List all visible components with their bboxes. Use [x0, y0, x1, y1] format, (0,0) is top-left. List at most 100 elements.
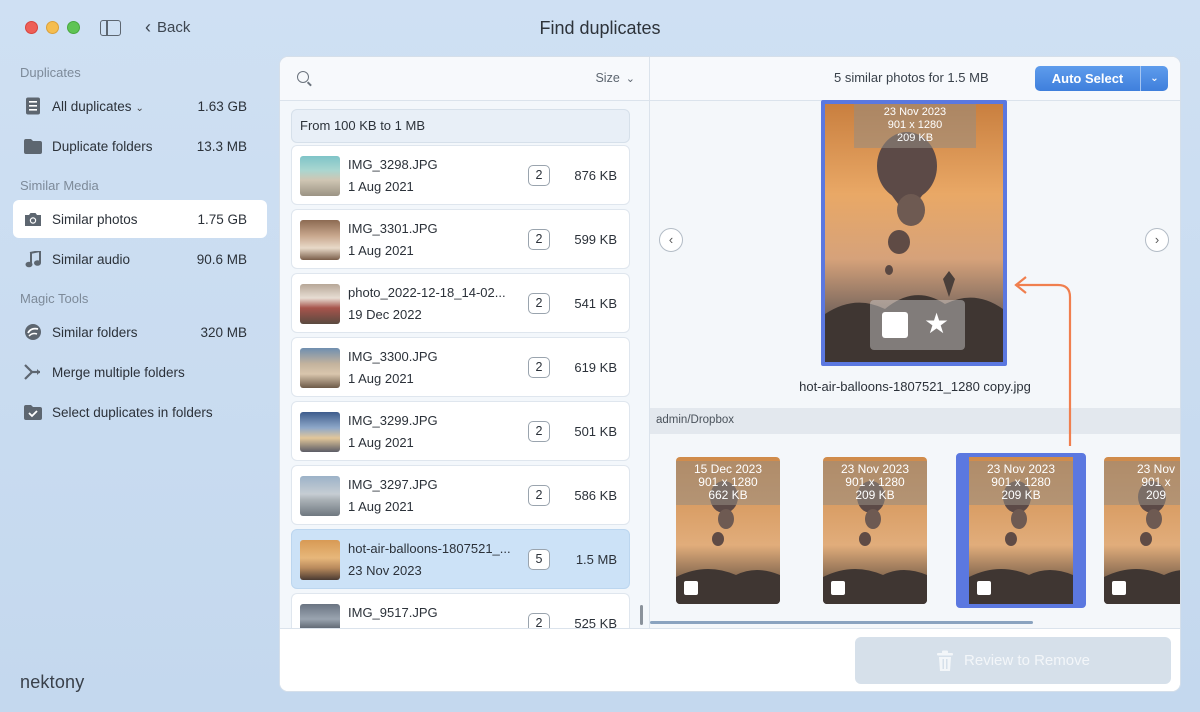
file-name: IMG_3300.JPG [348, 349, 438, 364]
photo-thumbnail [300, 220, 340, 260]
next-photo-button[interactable]: › [1145, 228, 1169, 252]
chevron-down-icon: ⌄ [625, 72, 635, 85]
file-date: 1 Aug 2021 [348, 371, 414, 386]
duplicate-count-badge: 2 [528, 357, 550, 378]
file-size: 1.5 MB [575, 552, 617, 567]
file-row[interactable]: photo_2022-12-18_14-02... 19 Dec 2022 2 … [291, 273, 630, 333]
nektony-logo: nektony [20, 672, 85, 692]
photo-thumbnail-card[interactable]: 23 Nov 2023 901 x 1280 209 KB [823, 457, 927, 604]
file-row[interactable]: IMG_9517.JPG 2 525 KB [291, 593, 630, 634]
photo-thumbnail-card[interactable]: 15 Dec 2023 901 x 1280 662 KB [676, 457, 780, 604]
list-scrollbar[interactable] [640, 605, 643, 625]
photo-thumbnail [300, 284, 340, 324]
sort-label: Size [595, 71, 620, 85]
thumb-checkbox[interactable] [684, 581, 698, 595]
thumbnail-scrollbar[interactable] [650, 621, 1033, 624]
photo-date: 23 Nov 2023 [883, 106, 947, 118]
sidebar-label: Select duplicates in folders [52, 404, 213, 420]
trash-icon [937, 650, 954, 671]
review-to-remove-button[interactable]: Review to Remove [855, 637, 1171, 684]
thumb-checkbox[interactable] [1112, 581, 1126, 595]
auto-select-label[interactable]: Auto Select [1035, 66, 1140, 91]
sidebar-item-similar-audio[interactable]: Similar audio 90.6 MB [13, 240, 267, 278]
previous-photo-button[interactable]: ‹ [659, 228, 683, 252]
file-name: photo_2022-12-18_14-02... [348, 285, 506, 300]
sidebar-size: 1.75 GB [197, 211, 247, 227]
duplicate-count-badge: 2 [528, 485, 550, 506]
file-name: IMG_3297.JPG [348, 477, 438, 492]
sidebar-item-select-in-folders[interactable]: Select duplicates in folders [13, 393, 267, 431]
photo-thumbnail [300, 476, 340, 516]
file-size: 586 KB [574, 488, 617, 503]
thumb-meta-overlay: 23 Nov 2023 901 x 1280 209 KB [969, 461, 1073, 505]
file-name: IMG_3301.JPG [348, 221, 438, 236]
file-name: IMG_3298.JPG [348, 157, 438, 172]
photo-filename: hot-air-balloons-1807521_1280 copy.jpg [799, 379, 1031, 394]
duplicate-count-badge: 5 [528, 549, 550, 570]
window-title: Find duplicates [539, 18, 661, 38]
similar-folders-icon [23, 322, 43, 342]
sidebar-item-similar-photos[interactable]: Similar photos 1.75 GB [13, 200, 267, 238]
star-icon[interactable]: ★ [924, 309, 949, 339]
sidebar-label: All duplicates [52, 98, 132, 114]
similar-summary: 5 similar photos for 1.5 MB [834, 70, 989, 85]
chevron-down-icon[interactable]: ⌄ [1141, 66, 1168, 91]
file-size: 876 KB [574, 168, 617, 183]
thumb-size: 209 KB [855, 488, 895, 502]
review-label: Review to Remove [964, 652, 1090, 669]
thumb-size: 662 KB [708, 488, 748, 502]
file-row-selected[interactable]: hot-air-balloons-1807521_... 23 Nov 2023… [291, 529, 630, 589]
search-icon[interactable] [297, 71, 309, 83]
preview-pane: 5 similar photos for 1.5 MB Auto Select … [650, 57, 1180, 628]
main-photo-preview[interactable]: 23 Nov 2023 901 x 1280 209 KB ★ [821, 100, 1007, 366]
music-note-icon [23, 249, 43, 269]
photo-meta-overlay: 23 Nov 2023 901 x 1280 209 KB [854, 104, 976, 148]
sidebar-size: 320 MB [200, 324, 247, 340]
size-range-group[interactable]: From 100 KB to 1 MB [291, 109, 630, 143]
file-row[interactable]: IMG_3301.JPG 1 Aug 2021 2 599 KB [291, 209, 630, 269]
sidebar-size: 13.3 MB [196, 138, 247, 154]
file-row[interactable]: IMG_3298.JPG 1 Aug 2021 2 876 KB [291, 145, 630, 205]
main-panel: Size ⌄ From 100 KB to 1 MB IMG_3298.JPG … [280, 57, 1180, 691]
sidebar-size: 90.6 MB [196, 251, 247, 267]
thumb-meta-overlay: 15 Dec 2023 901 x 1280 662 KB [676, 461, 780, 505]
file-date: 19 Dec 2022 [348, 307, 422, 322]
sidebar-item-merge-folders[interactable]: Merge multiple folders [13, 353, 267, 391]
photo-thumbnail-card-selected[interactable]: 23 Nov 2023 901 x 1280 209 KB [956, 453, 1086, 608]
file-size: 541 KB [574, 296, 617, 311]
file-row[interactable]: IMG_3299.JPG 1 Aug 2021 2 501 KB [291, 401, 630, 461]
file-size: 619 KB [574, 360, 617, 375]
duplicate-count-badge: 2 [528, 165, 550, 186]
file-row[interactable]: IMG_3297.JPG 1 Aug 2021 2 586 KB [291, 465, 630, 525]
selection-controls: ★ [870, 300, 965, 350]
chevron-down-icon[interactable]: ⌄ [136, 103, 144, 114]
select-checkbox[interactable] [882, 312, 908, 338]
preview-header: 5 similar photos for 1.5 MB Auto Select … [650, 57, 1180, 101]
file-name: hot-air-balloons-1807521_... [348, 541, 511, 556]
section-duplicates: Duplicates [20, 65, 81, 80]
sidebar-item-similar-folders[interactable]: Similar folders 320 MB [13, 313, 267, 351]
section-magic-tools: Magic Tools [20, 291, 89, 306]
sort-size-button[interactable]: Size ⌄ [595, 71, 635, 85]
file-name: IMG_3299.JPG [348, 413, 438, 428]
sidebar-label: Duplicate folders [52, 138, 153, 154]
duplicate-count-badge: 2 [528, 229, 550, 250]
thumb-image-frame: 23 Nov 2023 901 x 1280 209 KB [969, 457, 1073, 604]
sidebar-item-duplicate-folders[interactable]: Duplicate folders 13.3 MB [13, 127, 267, 165]
sidebar-item-all-duplicates[interactable]: All duplicates ⌄ 1.63 GB [13, 87, 267, 125]
auto-select-button[interactable]: Auto Select ⌄ [1035, 66, 1168, 91]
thumb-meta-overlay: 23 Nov 2023 901 x 1280 209 KB [823, 461, 927, 505]
thumb-meta-overlay: 23 Nov 901 x 209 [1104, 461, 1180, 505]
photo-dimensions: 901 x 1280 [887, 119, 943, 131]
file-row[interactable]: IMG_3300.JPG 1 Aug 2021 2 619 KB [291, 337, 630, 397]
sidebar-label: Similar photos [52, 211, 138, 227]
chevron-left-icon: ‹ [668, 232, 674, 247]
sidebar-label: Merge multiple folders [52, 364, 185, 380]
file-date: 1 Aug 2021 [348, 435, 414, 450]
photo-thumbnail [300, 540, 340, 580]
thumb-checkbox[interactable] [831, 581, 845, 595]
thumb-checkbox[interactable] [977, 581, 991, 595]
folder-check-icon [23, 402, 43, 422]
photo-thumbnail-card[interactable]: 23 Nov 901 x 209 [1104, 457, 1180, 604]
file-name: IMG_9517.JPG [348, 605, 438, 620]
